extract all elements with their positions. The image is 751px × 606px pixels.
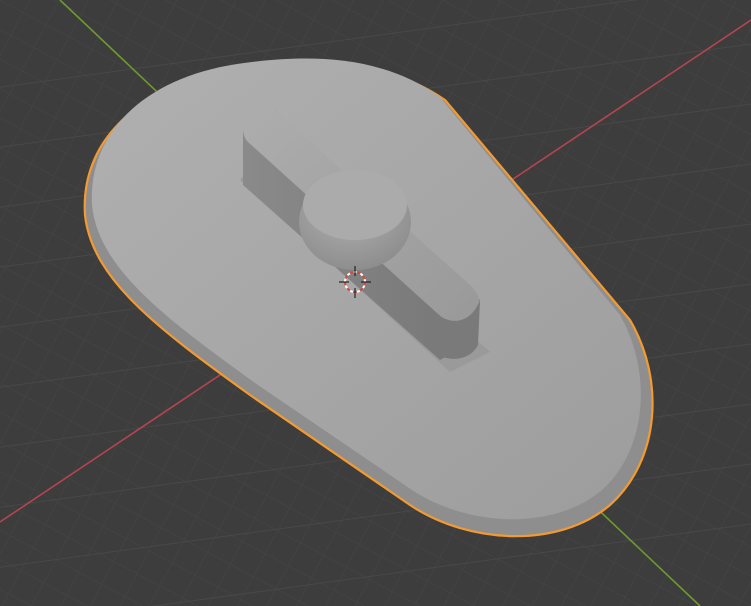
3d-viewport[interactable] xyxy=(0,0,751,606)
viewport-canvas[interactable] xyxy=(0,0,751,606)
